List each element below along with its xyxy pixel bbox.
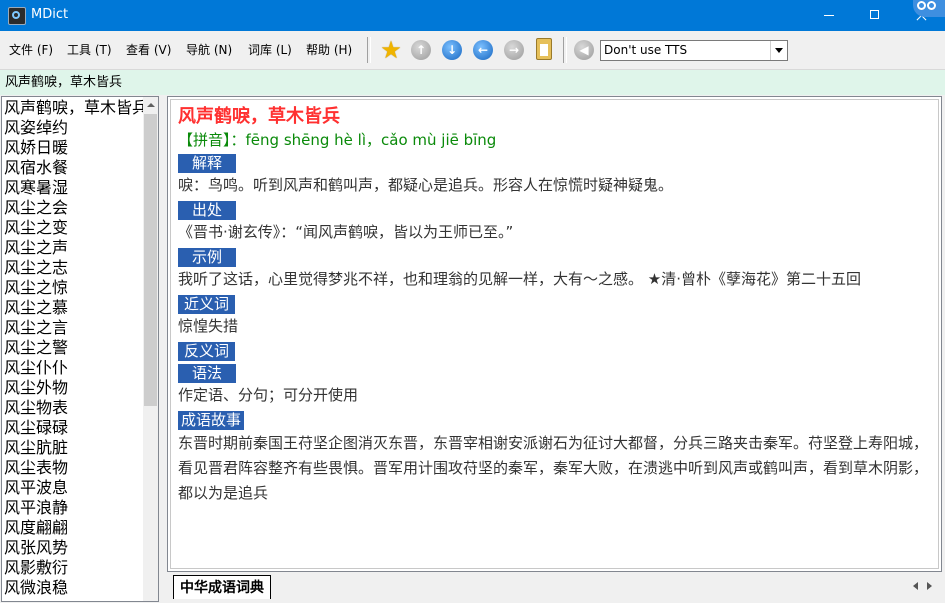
tts-select[interactable]: Don't use TTS <box>600 40 788 61</box>
list-item[interactable]: 风尘之言 <box>4 318 144 338</box>
list-item[interactable]: 风度翩翩 <box>4 518 144 538</box>
list-item[interactable]: 风宿水餐 <box>4 158 144 178</box>
entry-title: 风声鹤唳，草木皆兵 <box>178 106 340 127</box>
list-item[interactable]: 风尘物表 <box>4 398 144 418</box>
pinyin-text: fēng shēng hè lì，cǎo mù jiē bīng <box>245 131 497 149</box>
search-bar: 风声鹤唳，草木皆兵 <box>0 69 945 95</box>
entry: 风声鹤唳，草木皆兵 【拼音】：fēng shēng hè lì，cǎo mù j… <box>178 105 933 506</box>
list-item[interactable]: 风姿绰约 <box>4 118 144 138</box>
pane-splitter[interactable] <box>159 96 166 602</box>
forward-arrow-icon[interactable]: → <box>504 40 524 60</box>
window-title: MDict <box>31 7 69 22</box>
section-label-grammar: 语法 <box>178 364 237 383</box>
section-label-synonym: 近义词 <box>178 295 236 314</box>
list-item[interactable]: 风尘之声 <box>4 238 144 258</box>
list-item[interactable]: 风尘之慕 <box>4 298 144 318</box>
search-input[interactable]: 风声鹤唳，草木皆兵 <box>5 75 122 91</box>
list-item[interactable]: 风尘表物 <box>4 458 144 478</box>
entry-pinyin: 【拼音】：fēng shēng hè lì，cǎo mù jiē bīng <box>178 129 933 151</box>
menu-toolbar: 文件 (F) 工具 (T) 查看 (V) 导航 (N) 词库 (L) 帮助 (H… <box>0 31 945 69</box>
dictionary-tab-bar: 中华成语词典 <box>167 572 942 602</box>
menu-file[interactable]: 文件 (F) <box>9 43 53 57</box>
section-label-antonym: 反义词 <box>178 342 236 361</box>
menu-navigate[interactable]: 导航 (N) <box>186 43 232 57</box>
section-label-story: 成语故事 <box>178 411 245 430</box>
menu-help[interactable]: 帮助 (H) <box>306 43 352 57</box>
mdict-app-icon <box>8 7 26 25</box>
toolbar-separator <box>367 37 371 63</box>
speaker-icon[interactable]: ◀ <box>574 40 594 60</box>
section-text-example: 我听了这话，心里觉得梦兆不祥，也和理翁的见解一样，大有～之感。 ★清·曾朴《孽海… <box>178 270 861 288</box>
list-scrollbar[interactable] <box>143 97 158 601</box>
list-item[interactable]: 风尘之志 <box>4 258 144 278</box>
list-item[interactable]: 风影敷衍 <box>4 558 144 578</box>
menu-tools[interactable]: 工具 (T) <box>67 43 112 57</box>
down-arrow-icon[interactable]: ↓ <box>442 40 462 60</box>
clipboard-icon[interactable] <box>536 38 552 60</box>
section-text-grammar: 作定语、分句；可分开使用 <box>178 386 359 404</box>
section-label-source: 出处 <box>178 201 237 220</box>
list-item[interactable]: 风平浪静 <box>4 498 144 518</box>
section-text-story: 东晋时期前秦国王苻坚企图消灭东晋，东晋宰相谢安派谢石为征讨大都督，分兵三路夹击秦… <box>178 434 929 502</box>
pinyin-label: 【拼音】： <box>178 131 246 149</box>
section-text-source: 《晋书·谢玄传》：“闻风声鹤唳，皆以为王师已至。” <box>178 223 514 241</box>
list-item[interactable]: 风平波息 <box>4 478 144 498</box>
maximize-button[interactable] <box>852 0 898 31</box>
list-item[interactable]: 风尘肮脏 <box>4 438 144 458</box>
minimize-icon <box>824 15 834 16</box>
menu-view[interactable]: 查看 (V) <box>126 43 171 57</box>
menu-library[interactable]: 词库 (L) <box>248 43 292 57</box>
list-item[interactable]: 风张风势 <box>4 538 144 558</box>
list-item[interactable]: 风尘之警 <box>4 338 144 358</box>
list-item[interactable]: 风尘之变 <box>4 218 144 238</box>
list-item[interactable]: 风尘之惊 <box>4 278 144 298</box>
tts-selected-value: Don't use TTS <box>604 43 688 57</box>
scroll-thumb[interactable] <box>144 114 157 406</box>
minimize-button[interactable] <box>806 0 852 31</box>
list-item[interactable]: 风寒暑湿 <box>4 178 144 198</box>
list-item[interactable]: 风娇日暖 <box>4 138 144 158</box>
maximize-icon <box>870 10 879 19</box>
tab-next-icon[interactable] <box>927 582 932 590</box>
tab-dictionary[interactable]: 中华成语词典 <box>173 575 271 599</box>
title-bar: MDict <box>0 0 945 31</box>
section-text-synonym: 惊惶失措 <box>178 317 239 335</box>
link-overlay-icon[interactable] <box>913 0 945 17</box>
up-arrow-icon[interactable]: ↑ <box>411 40 431 60</box>
list-item[interactable]: 风尘碌碌 <box>4 418 144 438</box>
list-item[interactable]: 风尘之会 <box>4 198 144 218</box>
chevron-down-icon[interactable] <box>770 41 787 60</box>
tab-prev-icon[interactable] <box>913 582 918 590</box>
list-item[interactable]: 风微浪稳 <box>4 578 144 598</box>
list-item[interactable]: 风尘外物 <box>4 378 144 398</box>
star-icon[interactable]: ★ <box>378 37 404 63</box>
word-list: 风声鹤唳，草木皆兵 风姿绰约 风娇日暖 风宿水餐 风寒暑湿 风尘之会 风尘之变 … <box>1 96 159 602</box>
definition-panel: 风声鹤唳，草木皆兵 【拼音】：fēng shēng hè lì，cǎo mù j… <box>167 96 942 572</box>
section-label-example: 示例 <box>178 248 237 267</box>
toolbar-separator <box>563 37 567 63</box>
section-text-explanation: 唳：鸟鸣。听到风声和鹤叫声，都疑心是追兵。形容人在惊慌时疑神疑鬼。 <box>178 176 674 194</box>
list-item[interactable]: 风声鹤唳，草木皆兵 <box>4 98 144 118</box>
back-arrow-icon[interactable]: ← <box>473 40 493 60</box>
section-label-explanation: 解释 <box>178 154 237 173</box>
list-item[interactable]: 风尘仆仆 <box>4 358 144 378</box>
scroll-up-icon[interactable] <box>147 103 155 107</box>
